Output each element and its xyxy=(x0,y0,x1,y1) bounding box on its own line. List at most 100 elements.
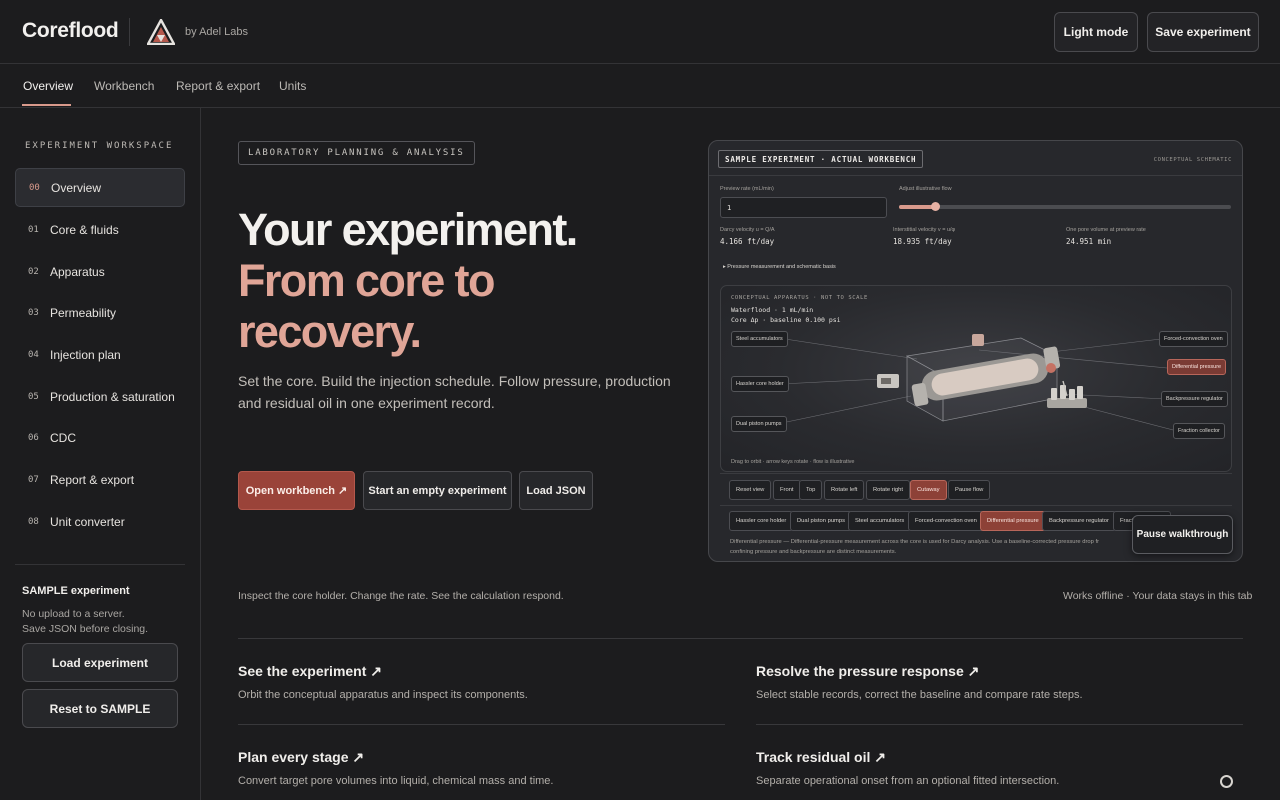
open-workbench-button[interactable]: Open workbench ↗ xyxy=(238,471,355,510)
sidebar-item-label: Injection plan xyxy=(50,347,121,362)
load-experiment-button[interactable]: Load experiment xyxy=(22,643,178,682)
status-circle-icon[interactable] xyxy=(1220,775,1233,788)
component-differential-pressure-button[interactable]: Differential pressure xyxy=(980,511,1046,531)
rate-label: Preview rate (mL/min) xyxy=(720,186,774,192)
hero-title-line-3: recovery. xyxy=(238,306,422,357)
apparatus-viewport[interactable]: CONCEPTUAL APPARATUS · NOT TO SCALE Wate… xyxy=(720,285,1232,472)
hero-badge: LABORATORY PLANNING & ANALYSIS xyxy=(238,141,475,165)
sidebar-item-production-saturation[interactable]: 05 Production & saturation xyxy=(15,377,185,416)
caption-right: Works offline · Your data stays in this … xyxy=(1063,590,1253,602)
component-oven-button[interactable]: Forced-convection oven xyxy=(908,511,984,531)
sidebar-item-number: 00 xyxy=(29,182,40,193)
sidebar-item-label: Unit converter xyxy=(50,514,125,529)
workbench-preview[interactable]: SAMPLE EXPERIMENT · ACTUAL WORKBENCH CON… xyxy=(708,140,1243,562)
sidebar-divider xyxy=(15,564,185,565)
sidebar-item-number: 07 xyxy=(28,474,39,485)
component-hassler-button[interactable]: Hassler core holder xyxy=(729,511,794,531)
feature-title[interactable]: See the experiment ↗ xyxy=(238,663,382,680)
cutaway-button[interactable]: Cutaway xyxy=(910,480,947,500)
feature-desc: Select stable records, correct the basel… xyxy=(756,689,1083,701)
reset-sample-button[interactable]: Reset to SAMPLE xyxy=(22,689,178,728)
component-pumps-button[interactable]: Dual piston pumps xyxy=(790,511,853,531)
active-tab-indicator xyxy=(22,104,71,106)
interstitial-label: Interstitial velocity v = u/φ xyxy=(893,227,956,233)
sidebar-heading: EXPERIMENT WORKSPACE xyxy=(25,141,174,151)
darcy-label: Darcy velocity u = Q/A xyxy=(720,227,775,233)
sidebar-item-permeability[interactable]: 03 Permeability xyxy=(15,293,185,332)
light-mode-button[interactable]: Light mode xyxy=(1054,12,1138,52)
sidebar-item-cdc[interactable]: 06 CDC xyxy=(15,418,185,457)
preview-divider xyxy=(709,175,1242,176)
preview-tag: SAMPLE EXPERIMENT · ACTUAL WORKBENCH xyxy=(718,150,924,168)
slider-label: Adjust illustrative flow xyxy=(899,186,952,192)
sidebar-item-number: 06 xyxy=(28,432,39,443)
rotate-left-button[interactable]: Rotate left xyxy=(824,480,865,500)
load-json-button[interactable]: Load JSON xyxy=(519,471,593,510)
sidebar-item-number: 02 xyxy=(28,266,39,277)
feature-title[interactable]: Track residual oil ↗ xyxy=(756,749,886,766)
label-differential-pressure[interactable]: Differential pressure xyxy=(1167,359,1227,375)
component-info: confining pressure and backpressure are … xyxy=(730,549,897,555)
pause-flow-button[interactable]: Pause flow xyxy=(948,480,991,500)
darcy-value: 4.166 ft/day xyxy=(720,237,775,246)
preview-rate-input[interactable]: 1 xyxy=(720,197,887,218)
sidebar-item-label: Apparatus xyxy=(50,264,105,279)
label-forced-convection-oven[interactable]: Forced-convection oven xyxy=(1159,331,1228,347)
label-fraction-collector[interactable]: Fraction collector xyxy=(1173,423,1225,439)
sidebar-item-injection-plan[interactable]: 04 Injection plan xyxy=(15,335,185,374)
feature-title[interactable]: Resolve the pressure response ↗ xyxy=(756,663,979,680)
feature-title[interactable]: Plan every stage ↗ xyxy=(238,749,364,766)
flow-slider-thumb[interactable] xyxy=(931,202,941,211)
label-dual-piston-pumps[interactable]: Dual piston pumps xyxy=(731,416,787,432)
features-divider xyxy=(756,724,1243,725)
pore-volume-value: 24.951 min xyxy=(1066,237,1112,246)
features-divider xyxy=(238,724,725,725)
features-divider xyxy=(238,638,1243,639)
sidebar-item-overview[interactable]: 00 Overview xyxy=(15,168,185,207)
rotate-right-button[interactable]: Rotate right xyxy=(866,480,910,500)
pause-walkthrough-button[interactable]: Pause walkthrough xyxy=(1132,515,1233,554)
apparatus-drawing xyxy=(776,334,1178,432)
top-view-button[interactable]: Top xyxy=(799,480,823,500)
tab-workbench[interactable]: Workbench xyxy=(94,79,154,93)
component-accumulators-button[interactable]: Steel accumulators xyxy=(848,511,912,531)
byline: by Adel Labs xyxy=(185,26,248,38)
sidebar-item-label: Core & fluids xyxy=(50,222,119,237)
sidebar-item-number: 05 xyxy=(28,391,39,402)
toolbar-divider xyxy=(720,505,1232,506)
component-info: Differential pressure — Differential-pre… xyxy=(730,539,1100,545)
hero-title-line-2: From core to xyxy=(238,255,495,306)
tab-overview[interactable]: Overview xyxy=(23,79,73,93)
sidebar-item-core-fluids[interactable]: 01 Core & fluids xyxy=(15,210,185,249)
hero-title-line-1: Your experiment. xyxy=(238,204,578,255)
flow-slider[interactable] xyxy=(899,202,1231,211)
tab-report-export[interactable]: Report & export xyxy=(176,79,260,93)
sidebar-item-label: Report & export xyxy=(50,472,135,487)
schematic-tag: CONCEPTUAL SCHEMATIC xyxy=(1153,157,1232,163)
feature-desc: Orbit the conceptual apparatus and inspe… xyxy=(238,689,528,701)
sidebar-item-unit-converter[interactable]: 08 Unit converter xyxy=(15,502,185,541)
sidebar-item-apparatus[interactable]: 02 Apparatus xyxy=(15,252,185,291)
brand-name[interactable]: Coreflood xyxy=(22,19,119,43)
feature-desc: Separate operational onset from an optio… xyxy=(756,775,1060,787)
sidebar-item-label: Production & saturation xyxy=(50,389,175,404)
tab-units[interactable]: Units xyxy=(279,79,306,93)
sidebar-item-label: CDC xyxy=(50,430,76,445)
label-hassler-core-holder[interactable]: Hassler core holder xyxy=(731,376,789,392)
pressure-details-toggle[interactable]: ▸ Pressure measurement and schematic bas… xyxy=(723,264,836,270)
reset-view-button[interactable]: Reset view xyxy=(729,480,772,500)
brand-divider xyxy=(129,18,130,46)
component-bpr-button[interactable]: Backpressure regulator xyxy=(1042,511,1116,531)
sidebar-item-number: 01 xyxy=(28,224,39,235)
save-experiment-button[interactable]: Save experiment xyxy=(1147,12,1259,52)
sidebar-item-report-export[interactable]: 07 Report & export xyxy=(15,460,185,499)
label-steel-accumulators[interactable]: Steel accumulators xyxy=(731,331,788,347)
front-view-button[interactable]: Front xyxy=(773,480,801,500)
toolbar-divider xyxy=(720,473,1232,474)
interstitial-value: 18.935 ft/day xyxy=(893,237,952,246)
sidebar-item-label: Overview xyxy=(51,180,102,195)
sidebar-item-number: 03 xyxy=(28,307,39,318)
label-backpressure-regulator[interactable]: Backpressure regulator xyxy=(1161,391,1228,407)
sidebar-item-number: 04 xyxy=(28,349,39,360)
start-empty-experiment-button[interactable]: Start an empty experiment xyxy=(363,471,512,510)
